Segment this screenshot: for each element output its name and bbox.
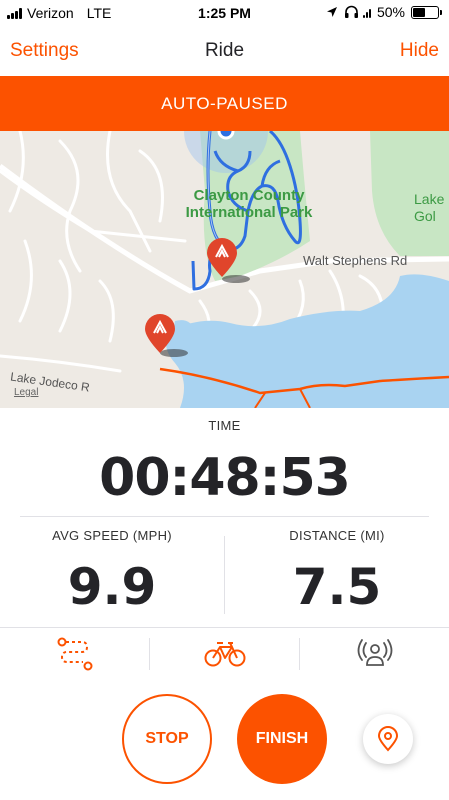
- distance-stat: DISTANCE (MI) 7.5: [225, 518, 449, 626]
- battery-icon: [411, 5, 442, 19]
- distance-label: DISTANCE (MI): [289, 528, 385, 543]
- current-location-dot: [217, 131, 235, 140]
- auto-paused-banner: AUTO-PAUSED: [0, 76, 449, 131]
- stats-row: AVG SPEED (MPH) 9.9 DISTANCE (MI) 7.5: [0, 518, 449, 626]
- marker-shadow-end: [160, 349, 188, 357]
- route-map[interactable]: Clayton County International Park Walt S…: [0, 131, 449, 408]
- wifi-bars-icon: [362, 7, 371, 18]
- time-value: 00:48:53: [99, 448, 351, 508]
- location-pin-icon: [377, 726, 399, 752]
- marker-shadow-start: [222, 275, 250, 283]
- finish-button[interactable]: FINISH: [237, 694, 327, 784]
- hide-button[interactable]: Hide: [400, 40, 439, 62]
- nav-bar: Settings Ride Hide: [0, 28, 449, 76]
- sensor-button[interactable]: [300, 628, 449, 680]
- status-right: 50%: [326, 4, 442, 20]
- map-road-label: Walt Stephens Rd: [303, 253, 408, 268]
- sport-type-button[interactable]: [150, 628, 299, 680]
- bike-icon: [204, 642, 245, 667]
- headphones-icon: [344, 5, 358, 18]
- avg-speed-label: AVG SPEED (MPH): [52, 528, 172, 543]
- route-button[interactable]: [0, 628, 149, 680]
- map-lake-label: Lake Gol: [414, 191, 445, 224]
- page-title: Ride: [204, 40, 245, 61]
- location-arrow-icon: [326, 7, 337, 17]
- time-stat: TIME 00:48:53: [0, 408, 449, 516]
- locate-button[interactable]: [363, 714, 413, 764]
- map-park-label: Clayton County International Park: [185, 187, 313, 221]
- status-bar: Verizon LTE 1:25 PM 50%: [0, 0, 449, 28]
- avg-speed-stat: AVG SPEED (MPH) 9.9: [0, 518, 224, 626]
- map-canvas[interactable]: [0, 131, 449, 408]
- divider: [20, 516, 429, 517]
- stop-button[interactable]: STOP: [122, 694, 212, 784]
- action-icon-row: [0, 627, 449, 679]
- battery-label: 50%: [376, 4, 405, 20]
- time-label: TIME: [208, 418, 241, 433]
- avg-speed-value: 9.9: [67, 558, 157, 616]
- map-legal-link[interactable]: Legal: [14, 387, 38, 398]
- route-icon: [57, 637, 92, 671]
- distance-value: 7.5: [292, 558, 382, 616]
- sensor-icon: [357, 639, 392, 666]
